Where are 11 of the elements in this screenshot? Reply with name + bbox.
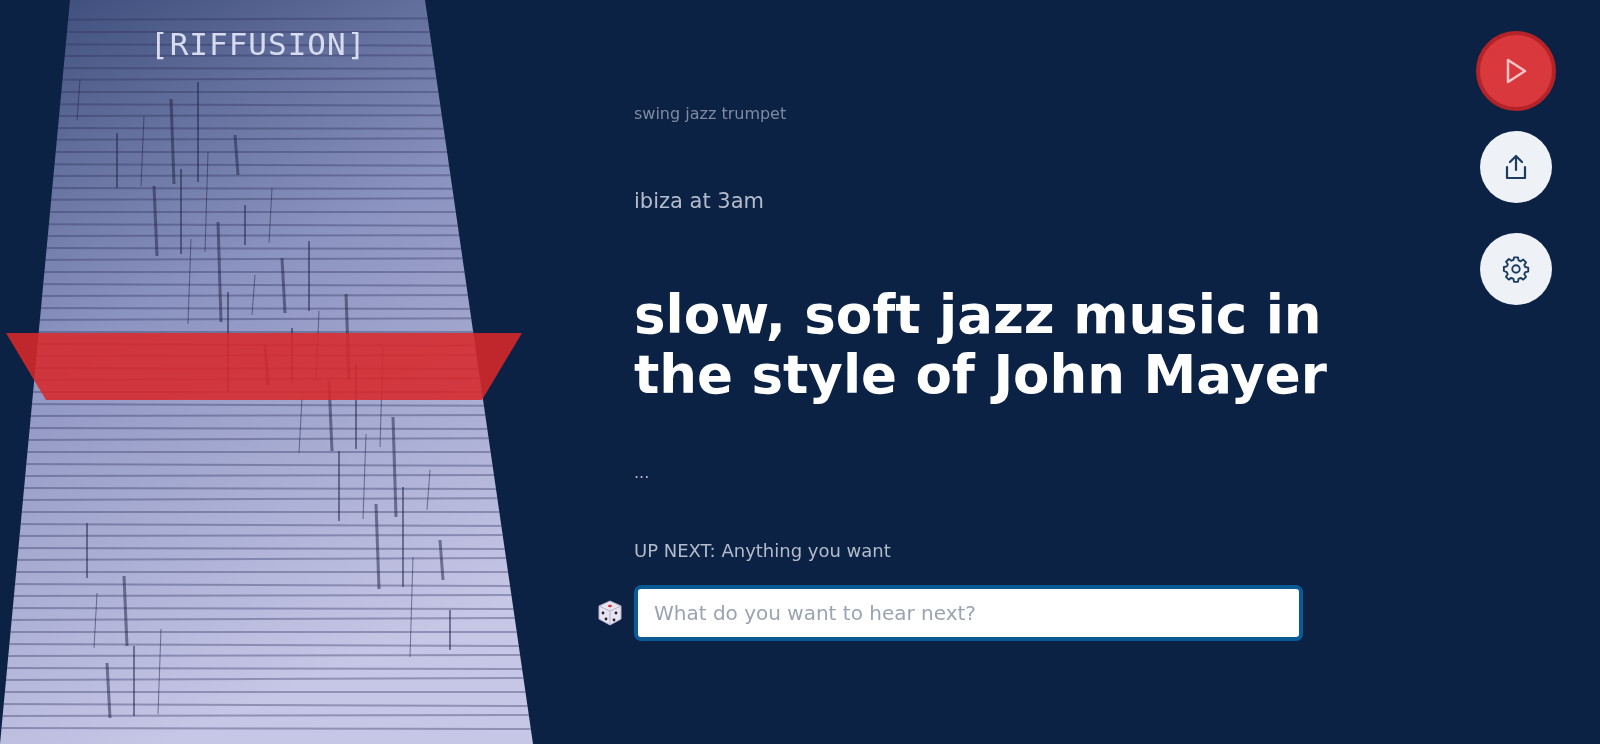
logo-text: [RIFFUSION] — [150, 26, 367, 62]
prompt-input[interactable]: What do you want to hear next? — [634, 585, 1303, 641]
current-prompt: slow, soft jazz music in the style of John Mayer — [634, 285, 1328, 405]
play-icon — [1505, 58, 1527, 84]
dice-icon[interactable] — [598, 600, 622, 626]
prompt-text: swing jazz trumpet — [634, 104, 788, 123]
settings-icon — [1502, 255, 1530, 283]
share-icon — [1504, 154, 1528, 180]
prompt-text: ... — [634, 463, 651, 482]
up-next-label: UP NEXT: Anything you want — [634, 540, 892, 561]
prompt-text: ibiza at 3am — [634, 189, 766, 213]
